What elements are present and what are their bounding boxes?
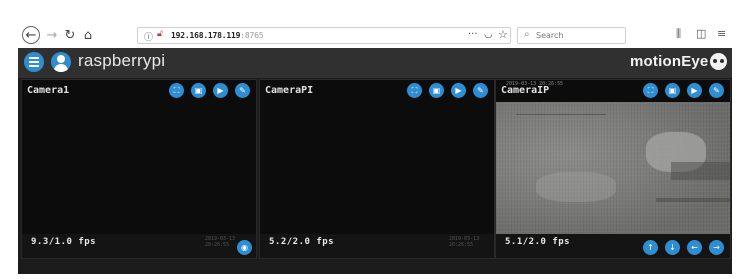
sidebar-icon[interactable]: ◫ — [696, 27, 706, 40]
camera-frame-1[interactable]: Camera1 ⛶ ▣ ▶ ✎ 9.3/1.0 fps 2019-03-13 2… — [21, 79, 257, 259]
owl-logo-icon — [710, 53, 727, 70]
camera-fps: 5.2/2.0 fps — [269, 237, 335, 247]
star-icon[interactable]: ☆ — [498, 28, 508, 41]
pan-right-icon[interactable]: → — [709, 240, 724, 255]
info-icon[interactable]: ⓘ — [144, 30, 153, 43]
pictures-icon[interactable]: ▣ — [191, 83, 206, 98]
play-icon[interactable]: ▶ — [451, 83, 466, 98]
app-logo-text: motionEye — [630, 53, 709, 70]
url-port: :8765 — [240, 31, 264, 40]
pictures-icon[interactable]: ▣ — [665, 83, 680, 98]
camera-title: CameraIP — [501, 85, 550, 96]
pan-left-icon[interactable]: ← — [687, 240, 702, 255]
play-icon[interactable]: ▶ — [213, 83, 228, 98]
fullscreen-icon[interactable]: ⛶ — [643, 83, 658, 98]
camera-frame-3[interactable]: 2019-03-13 20:26:55 CameraIP ⛶ ▣ ▶ ✎ 5.1… — [495, 79, 731, 259]
app-header: raspberrypi motionEye — [18, 48, 732, 78]
camera-fps: 9.3/1.0 fps — [31, 237, 97, 247]
pictures-icon[interactable]: ▣ — [429, 83, 444, 98]
settings-icon[interactable]: ✎ — [709, 83, 724, 98]
home-icon[interactable]: ⌂ — [79, 26, 97, 44]
arrow-left-icon[interactable]: ← — [22, 26, 40, 44]
search-input[interactable] — [536, 31, 621, 40]
fullscreen-icon[interactable]: ⛶ — [407, 83, 422, 98]
url-host: 192.168.178.119 — [171, 31, 241, 40]
url-bar[interactable]: ⓘ 🔓︎ 192.168.178.119:8765 ··· ◡ ☆ — [137, 27, 511, 44]
camera-grid: Camera1 ⛶ ▣ ▶ ✎ 9.3/1.0 fps 2019-03-13 2… — [18, 78, 732, 274]
user-icon[interactable] — [51, 52, 71, 72]
browser-toolbar: ← → ↻ ⌂ ⓘ 🔓︎ 192.168.178.119:8765 ··· ◡ … — [0, 0, 750, 48]
reload-icon[interactable]: ↻ — [61, 26, 79, 44]
camera-timestamp: 2019-03-13 20:26:55 — [449, 236, 480, 248]
pocket-icon[interactable]: ◡ — [484, 29, 493, 40]
snapshot-icon[interactable]: ◉ — [237, 240, 252, 255]
page-actions-icon[interactable]: ··· — [468, 29, 478, 40]
settings-icon[interactable]: ✎ — [473, 83, 488, 98]
camera-title: Camera1 — [27, 85, 70, 96]
pan-down-icon[interactable]: ↓ — [665, 240, 680, 255]
fullscreen-icon[interactable]: ⛶ — [169, 83, 184, 98]
hostname: raspberrypi — [78, 51, 166, 70]
camera-feed-image — [496, 102, 730, 236]
settings-icon[interactable]: ✎ — [235, 83, 250, 98]
camera-frame-2[interactable]: CameraPI ⛶ ▣ ▶ ✎ 5.2/2.0 fps 2019-03-13 … — [259, 79, 495, 259]
url-text[interactable]: 192.168.178.119:8765 — [171, 31, 264, 40]
camera-title: CameraPI — [265, 85, 314, 96]
camera-fps: 5.1/2.0 fps — [505, 237, 571, 247]
pan-up-icon[interactable]: ↑ — [643, 240, 658, 255]
main-menu-icon[interactable] — [24, 52, 44, 72]
search-box[interactable]: ⌕ — [517, 27, 626, 44]
library-icon[interactable]: ⫼ — [676, 27, 681, 41]
play-icon[interactable]: ▶ — [687, 83, 702, 98]
arrow-right-icon[interactable]: → — [43, 26, 61, 44]
hamburger-menu-icon[interactable]: ≡ — [717, 27, 726, 40]
insecure-lock-icon[interactable]: 🔓︎ — [157, 29, 163, 39]
search-icon: ⌕ — [524, 29, 530, 40]
